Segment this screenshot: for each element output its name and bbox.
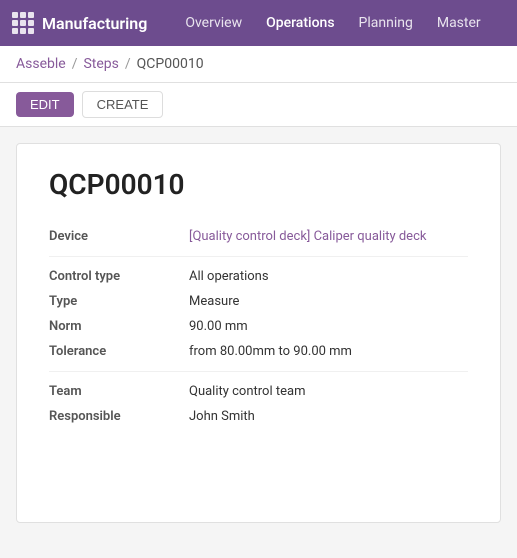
record-card: QCP00010 Device [Quality control deck] C… [16, 143, 501, 523]
team-row: Team Quality control team [49, 384, 468, 399]
tolerance-label: Tolerance [49, 344, 189, 359]
control-type-value: All operations [189, 269, 269, 284]
action-bar: EDIT CREATE [0, 83, 517, 127]
control-field-group: Control type All operations Type Measure… [49, 256, 468, 371]
norm-row: Norm 90.00 mm [49, 319, 468, 334]
grid-icon [12, 12, 34, 34]
type-value: Measure [189, 294, 239, 309]
control-type-row: Control type All operations [49, 269, 468, 284]
breadcrumb: Asseble / Steps / QCP00010 [0, 46, 517, 83]
tolerance-row: Tolerance from 80.00mm to 90.00 mm [49, 344, 468, 359]
edit-button[interactable]: EDIT [16, 92, 74, 117]
record-title: QCP00010 [49, 168, 468, 201]
nav-overview[interactable]: Overview [175, 11, 252, 35]
responsible-label: Responsible [49, 409, 189, 424]
nav-links: Overview Operations Planning Master [175, 11, 490, 35]
breadcrumb-sep1: / [72, 56, 78, 72]
app-title: Manufacturing [42, 14, 147, 33]
breadcrumb-parent1[interactable]: Asseble [16, 56, 66, 72]
device-field-group: Device [Quality control deck] Caliper qu… [49, 229, 468, 256]
team-value: Quality control team [189, 384, 305, 399]
breadcrumb-parent2[interactable]: Steps [83, 56, 118, 72]
control-type-label: Control type [49, 269, 189, 284]
nav-operations[interactable]: Operations [256, 11, 344, 35]
app-logo[interactable]: Manufacturing [12, 12, 147, 34]
norm-label: Norm [49, 319, 189, 334]
nav-master[interactable]: Master [427, 11, 491, 35]
type-row: Type Measure [49, 294, 468, 309]
breadcrumb-sep2: / [125, 56, 131, 72]
main-content: QCP00010 Device [Quality control deck] C… [0, 127, 517, 539]
responsible-row: Responsible John Smith [49, 409, 468, 424]
breadcrumb-current: QCP00010 [137, 56, 204, 72]
team-label: Team [49, 384, 189, 399]
tolerance-value: from 80.00mm to 90.00 mm [189, 344, 352, 359]
nav-planning[interactable]: Planning [349, 11, 423, 35]
team-field-group: Team Quality control team Responsible Jo… [49, 371, 468, 436]
responsible-value: John Smith [189, 409, 255, 424]
device-row: Device [Quality control deck] Caliper qu… [49, 229, 468, 244]
device-value[interactable]: [Quality control deck] Caliper quality d… [189, 229, 426, 244]
fields-section: Device [Quality control deck] Caliper qu… [49, 229, 468, 436]
type-label: Type [49, 294, 189, 309]
norm-value: 90.00 mm [189, 319, 248, 334]
create-button[interactable]: CREATE [82, 91, 164, 118]
device-label: Device [49, 229, 189, 244]
top-nav: Manufacturing Overview Operations Planni… [0, 0, 517, 46]
